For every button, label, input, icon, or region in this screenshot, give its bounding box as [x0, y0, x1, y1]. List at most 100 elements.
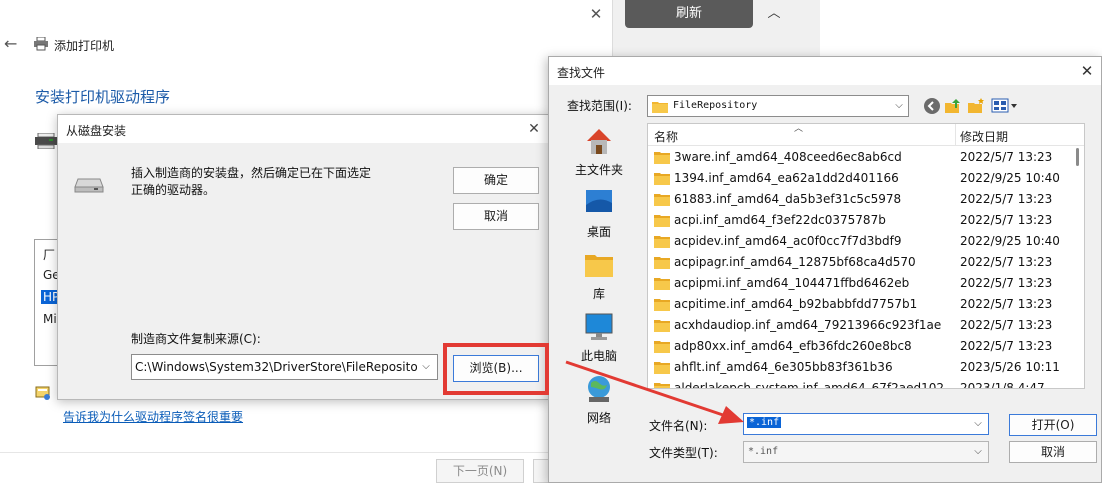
source-label: 制造商文件复制来源(C): [131, 332, 261, 346]
lookin-combo[interactable]: FileRepository ⌵ [647, 95, 909, 117]
list-header: 厂 [43, 248, 56, 262]
file-date: 2022/5/7 13:23 [960, 318, 1053, 332]
driver-signed-icon [35, 386, 50, 400]
chevron-up-icon[interactable]: ︿ [764, 4, 784, 24]
file-name: acpitime.inf_amd64_b92babbfdd7757b1 [674, 297, 918, 311]
file-date: 2022/5/7 13:23 [960, 276, 1053, 290]
table-row[interactable]: acpitime.inf_amd64_b92babbfdd7757b1 2022/… [648, 294, 1072, 315]
filetype-label: 文件类型(T): [649, 446, 718, 460]
table-row[interactable]: acpipmi.inf_amd64_104471ffbd6462eb 2022/5… [648, 273, 1072, 294]
file-date: 2022/5/7 13:23 [960, 255, 1053, 269]
annotation-arrow [565, 360, 744, 424]
folder-icon [654, 278, 670, 290]
driver-signing-link[interactable]: 告诉我为什么驱动程序签名很重要 [63, 408, 243, 425]
folder-icon [654, 257, 670, 269]
wizard-close-icon[interactable]: ✕ [584, 4, 608, 24]
file-date: 2022/5/7 13:23 [960, 192, 1053, 206]
table-row[interactable]: acxhdaudiop.inf_amd64_79213966c923f1ae 20… [648, 315, 1072, 336]
new-folder-icon[interactable] [967, 97, 985, 115]
file-date: 2022/5/7 13:23 [960, 339, 1053, 353]
table-row[interactable]: acpidev.inf_amd64_ac0f0cc7f7d3bdf9 2022/9… [648, 231, 1072, 252]
folder-icon [654, 236, 670, 248]
file-name: acpipmi.inf_amd64_104471ffbd6462eb [674, 276, 910, 290]
open-button[interactable]: 打开(O) [1009, 414, 1097, 436]
view-menu-icon[interactable] [991, 97, 1019, 115]
place-home[interactable]: 主文件夹 [567, 123, 631, 181]
folder-icon [654, 215, 670, 227]
dialog-message: 插入制造商的安装盘，然后确定已在下面选定正确的驱动器。 [131, 166, 372, 197]
desktop-icon [586, 190, 612, 212]
computer-icon [585, 313, 613, 340]
folder-icon [654, 152, 670, 164]
wizard-title: 添加打印机 [54, 39, 115, 53]
filetype-select[interactable]: *.inf ⌵ [743, 441, 989, 463]
ok-button[interactable]: 确定 [453, 167, 539, 194]
column-separator[interactable] [955, 124, 956, 146]
file-date: 2023/1/8 4:47 [960, 381, 1045, 389]
file-name: acpipagr.inf_amd64_12875bf68ca4d570 [674, 255, 916, 269]
file-name: acpi.inf_amd64_f3ef22dc0375787b [674, 213, 886, 227]
place-home-label: 主文件夹 [574, 163, 623, 177]
dialog-title: 从磁盘安装 [66, 124, 127, 138]
file-list-header: 名称 ︿ 修改日期 [648, 124, 1084, 146]
sort-ascending-icon: ︿ [794, 124, 804, 134]
library-folder-icon [585, 255, 613, 277]
list-item[interactable]: Mi [43, 312, 57, 326]
table-row[interactable]: acpipagr.inf_amd64_12875bf68ca4d570 2022/… [648, 252, 1072, 273]
folder-icon [652, 102, 668, 113]
source-path-combo[interactable]: C:\Windows\System32\DriverStore\FileRepo… [131, 354, 438, 380]
folder-icon [654, 194, 670, 206]
scrollbar-thumb[interactable] [1076, 148, 1079, 166]
lookin-label: 查找范围(I): [567, 99, 632, 113]
file-name: 1394.inf_amd64_ea62a1dd2d401166 [674, 171, 899, 185]
refresh-button[interactable]: 刷新 [625, 0, 753, 28]
up-folder-icon[interactable] [944, 97, 962, 115]
file-date: 2022/5/7 13:23 [960, 297, 1053, 311]
chevron-down-icon[interactable]: ⌵ [970, 416, 986, 432]
vertical-scrollbar[interactable] [1072, 146, 1084, 388]
wizard-heading: 安装打印机驱动程序 [35, 88, 171, 106]
disk-drive-icon [74, 178, 104, 193]
place-desktop[interactable]: 桌面 [567, 185, 631, 243]
file-date: 2022/9/25 10:40 [960, 171, 1060, 185]
printer-small-icon [35, 133, 57, 149]
cancel-button[interactable]: 取消 [1009, 441, 1097, 463]
file-name: acxhdaudiop.inf_amd64_79213966c923f1ae [674, 318, 942, 332]
lookin-value: FileRepository [673, 100, 758, 111]
filename-value[interactable]: *.inf [747, 417, 782, 428]
source-path-value[interactable]: C:\Windows\System32\DriverStore\FileRepo… [135, 360, 417, 374]
back-icon[interactable] [923, 97, 941, 115]
close-icon[interactable]: ✕ [1077, 61, 1097, 81]
back-arrow-icon[interactable]: ← [4, 34, 24, 54]
chevron-down-icon[interactable]: ⌵ [418, 359, 434, 375]
chevron-down-icon[interactable]: ⌵ [891, 98, 907, 114]
file-name: 61883.inf_amd64_da5b3ef31c5c5978 [674, 192, 902, 206]
file-name: 3ware.inf_amd64_408ceed6ec8ab6cd [674, 150, 902, 164]
table-row[interactable]: acpi.inf_amd64_f3ef22dc0375787b 2022/5/7 … [648, 210, 1072, 231]
place-library[interactable]: 库 [567, 247, 631, 305]
column-header-name[interactable]: 名称 [654, 128, 678, 145]
filetype-value: *.inf [748, 446, 779, 457]
close-icon[interactable]: ✕ [524, 119, 544, 139]
dialog-titlebar: 查找文件 ✕ [549, 57, 1101, 85]
table-row[interactable]: 3ware.inf_amd64_408ceed6ec8ab6cd 2022/5/7… [648, 147, 1072, 168]
file-date: 2022/9/25 10:40 [960, 234, 1060, 248]
dialog-title: 查找文件 [557, 66, 606, 80]
table-row[interactable]: 1394.inf_amd64_ea62a1dd2d401166 2022/9/25… [648, 168, 1072, 189]
filename-input[interactable]: *.inf ⌵ [743, 413, 989, 435]
file-name: acpidev.inf_amd64_ac0f0cc7f7d3bdf9 [674, 234, 902, 248]
file-date: 2022/5/7 13:23 [960, 213, 1053, 227]
file-date: 2022/5/7 13:23 [960, 150, 1053, 164]
highlight-box [443, 343, 549, 395]
file-date: 2023/5/26 10:11 [960, 360, 1060, 374]
table-row[interactable]: 61883.inf_amd64_da5b3ef31c5c5978 2022/5/7… [648, 189, 1072, 210]
chevron-down-icon[interactable]: ⌵ [970, 444, 986, 460]
place-desktop-label: 桌面 [586, 225, 611, 239]
folder-icon [654, 320, 670, 332]
place-library-label: 库 [592, 287, 605, 301]
column-header-date[interactable]: 修改日期 [960, 128, 1008, 145]
next-button[interactable]: 下一页(N) [436, 459, 524, 483]
folder-icon [654, 299, 670, 311]
printer-icon [34, 37, 48, 51]
cancel-button[interactable]: 取消 [453, 203, 539, 230]
